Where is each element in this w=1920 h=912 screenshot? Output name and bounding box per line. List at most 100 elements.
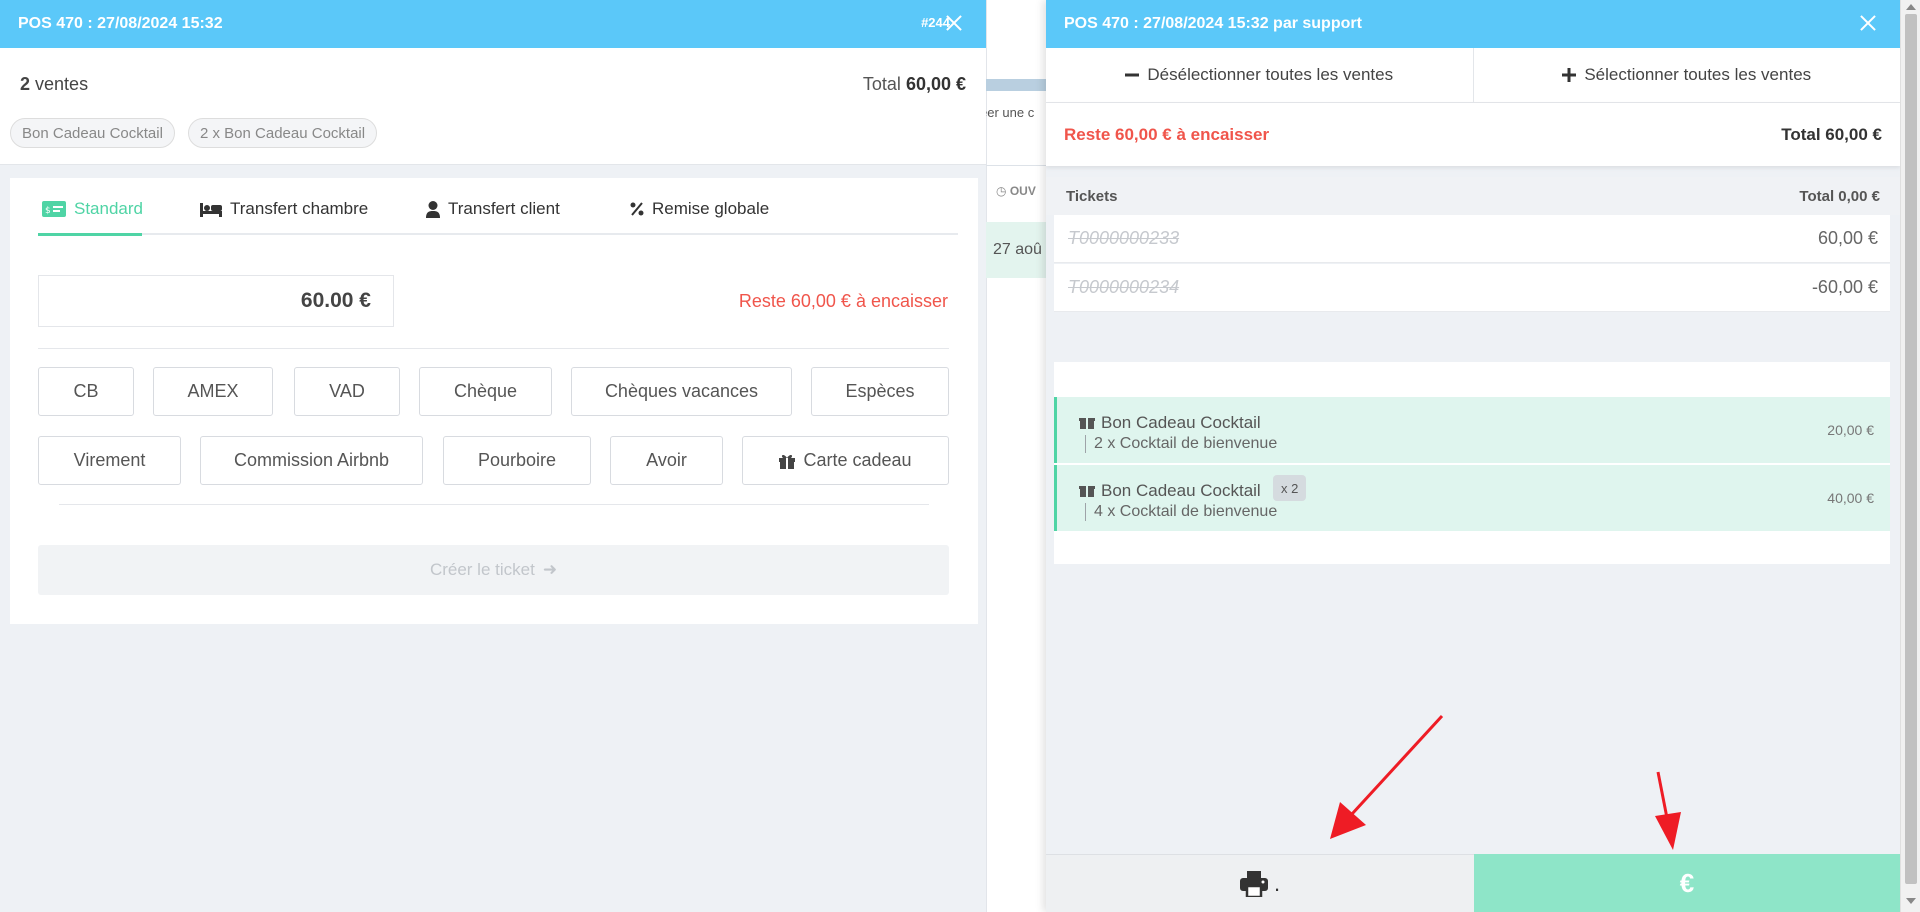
user-icon bbox=[426, 200, 440, 218]
printer-icon bbox=[1239, 870, 1268, 897]
pay-amex-button[interactable]: AMEX bbox=[153, 367, 273, 416]
pay-cheque-button[interactable]: Chèque bbox=[419, 367, 552, 416]
scrollbar-thumb[interactable] bbox=[1905, 14, 1917, 884]
ticket-row[interactable]: T0000000234 -60,00 € bbox=[1054, 264, 1890, 312]
arrow-right-icon: ➜ bbox=[542, 560, 558, 579]
box-icon bbox=[1079, 486, 1095, 497]
sale-item-price: 40,00 € bbox=[1827, 490, 1874, 506]
background-create-link: éer une c bbox=[980, 105, 1035, 120]
amount-input[interactable]: 60.00 € bbox=[38, 275, 394, 327]
payment-panel-title: POS 470 : 27/08/2024 15:32 bbox=[18, 15, 223, 32]
deselect-all-button[interactable]: Désélectionner toutes les ventes bbox=[1046, 48, 1473, 102]
select-all-button[interactable]: Sélectionner toutes les ventes bbox=[1472, 48, 1901, 102]
tab-remise-globale-label: Remise globale bbox=[652, 199, 770, 218]
remaining-summary: Reste 60,00 € à encaisser Total 60,00 € bbox=[1046, 103, 1900, 166]
payment-tabs: $ Standard Transfert chambre Transfert c… bbox=[38, 178, 958, 236]
tab-standard[interactable]: $ Standard bbox=[42, 199, 143, 219]
ticket-amount: -60,00 € bbox=[1811, 277, 1878, 297]
pay-virement-button[interactable]: Virement bbox=[38, 436, 181, 485]
background-column-header: ◷ OUV bbox=[996, 184, 1036, 198]
sale-item-name: Bon Cadeau Cocktail bbox=[1101, 413, 1261, 432]
payment-card: $ Standard Transfert chambre Transfert c… bbox=[10, 178, 978, 624]
collect-payment-button[interactable]: € bbox=[1474, 854, 1900, 912]
box-icon bbox=[1079, 418, 1095, 429]
ticket-amount: 60,00 € bbox=[1817, 228, 1878, 248]
scroll-up-icon[interactable] bbox=[1906, 4, 1916, 10]
gift-icon bbox=[779, 454, 796, 469]
bed-icon bbox=[200, 203, 222, 217]
select-all-label: Sélectionner toutes les ventes bbox=[1584, 65, 1812, 84]
minus-icon bbox=[1125, 73, 1140, 77]
close-icon[interactable] bbox=[944, 13, 964, 33]
pay-carte-cadeau-label: Carte cadeau bbox=[803, 450, 912, 470]
tab-transfert-chambre-label: Transfert chambre bbox=[230, 199, 369, 218]
sale-item-title: Bon Cadeau Cocktail bbox=[1079, 481, 1261, 501]
divider bbox=[38, 348, 949, 349]
tab-remise-globale[interactable]: Remise globale bbox=[630, 199, 769, 219]
pay-pourboire-button[interactable]: Pourboire bbox=[443, 436, 591, 485]
pay-especes-button[interactable]: Espèces bbox=[811, 367, 949, 416]
page-scrollbar[interactable] bbox=[1900, 0, 1920, 912]
tab-transfert-chambre[interactable]: Transfert chambre bbox=[200, 199, 368, 219]
pay-cb-button[interactable]: CB bbox=[38, 367, 134, 416]
sale-count-label: ventes bbox=[35, 74, 89, 94]
plus-icon bbox=[1562, 68, 1577, 82]
scroll-down-icon[interactable] bbox=[1906, 898, 1916, 904]
active-tab-indicator bbox=[38, 233, 142, 236]
remaining-amount: Reste 60,00 € à encaisser bbox=[738, 291, 948, 311]
create-ticket-label: Créer le ticket bbox=[429, 560, 535, 579]
card-icon: $ bbox=[42, 201, 66, 217]
sale-chip[interactable]: Bon Cadeau Cocktail bbox=[10, 118, 175, 148]
print-suffix: . bbox=[1273, 870, 1281, 896]
pay-carte-cadeau-button[interactable]: Carte cadeau bbox=[742, 436, 949, 485]
sale-item[interactable]: Bon Cadeau Cocktail x 2 4 x Cocktail de … bbox=[1054, 465, 1890, 531]
remaining-to-collect: Reste 60,00 € à encaisser bbox=[1064, 124, 1270, 144]
tickets-header: Tickets Total 0,00 € bbox=[1046, 177, 1900, 215]
background-toolbar bbox=[986, 79, 1046, 91]
selection-actions: Désélectionner toutes les ventes Sélecti… bbox=[1046, 48, 1900, 103]
sale-count: 2 ventes bbox=[20, 74, 88, 95]
divider bbox=[59, 504, 929, 505]
background-column-label: OUV bbox=[1009, 184, 1036, 198]
sale-chip[interactable]: 2 x Bon Cadeau Cocktail bbox=[188, 118, 378, 148]
euro-icon: € bbox=[1679, 867, 1695, 898]
create-ticket-button[interactable]: Créer le ticket ➜ bbox=[38, 545, 949, 595]
pay-vad-button[interactable]: VAD bbox=[294, 367, 400, 416]
tickets-label: Tickets bbox=[1066, 187, 1118, 205]
pay-cheques-vacances-button[interactable]: Chèques vacances bbox=[571, 367, 792, 416]
ticket-id: T0000000234 bbox=[1068, 277, 1180, 297]
sale-item-title: Bon Cadeau Cocktail bbox=[1079, 413, 1261, 433]
sale-item-price: 20,00 € bbox=[1827, 422, 1874, 438]
tab-transfert-client[interactable]: Transfert client bbox=[426, 199, 560, 219]
ticket-row[interactable]: T0000000233 60,00 € bbox=[1054, 215, 1890, 263]
sales-panel-title: POS 470 : 27/08/2024 15:32 par support bbox=[1064, 15, 1362, 32]
sale-count-number: 2 bbox=[20, 74, 31, 94]
sales-panel: POS 470 : 27/08/2024 15:32 par support D… bbox=[1046, 0, 1900, 912]
sale-items-container bbox=[1054, 362, 1890, 564]
pay-commission-airbnb-button[interactable]: Commission Airbnb bbox=[200, 436, 423, 485]
ticket-id: T0000000233 bbox=[1068, 228, 1180, 248]
background-page bbox=[986, 0, 1046, 912]
sales-total-label: Total bbox=[862, 74, 901, 94]
sales-total: Total 60,00 € bbox=[863, 74, 966, 95]
percent-icon bbox=[630, 202, 644, 216]
sales-total-value: 60,00 € bbox=[905, 74, 966, 94]
print-button[interactable]: . bbox=[1046, 854, 1474, 912]
tab-transfert-client-label: Transfert client bbox=[448, 199, 560, 218]
action-bar: . € bbox=[1046, 854, 1900, 912]
background-divider bbox=[986, 165, 1046, 166]
payment-panel-header: POS 470 : 27/08/2024 15:32 #244 bbox=[0, 0, 986, 48]
payment-panel: POS 470 : 27/08/2024 15:32 #244 2 ventes… bbox=[0, 0, 986, 912]
close-icon[interactable] bbox=[1858, 13, 1878, 33]
svg-text:$: $ bbox=[45, 206, 51, 216]
pay-avoir-button[interactable]: Avoir bbox=[610, 436, 723, 485]
background-date: 27 aoû bbox=[993, 241, 1042, 258]
sales-panel-header: POS 470 : 27/08/2024 15:32 par support bbox=[1046, 0, 1900, 48]
quantity-badge: x 2 bbox=[1273, 475, 1307, 501]
sales-summary: 2 ventes Total 60,00 € Bon Cadeau Cockta… bbox=[0, 48, 986, 165]
sale-item[interactable]: Bon Cadeau Cocktail 2 x Cocktail de bien… bbox=[1054, 397, 1890, 463]
sale-item-detail: 4 x Cocktail de bienvenue bbox=[1085, 503, 1277, 521]
sale-item-detail: 2 x Cocktail de bienvenue bbox=[1085, 435, 1277, 453]
sale-item-name: Bon Cadeau Cocktail bbox=[1101, 481, 1261, 500]
sales-panel-total: Total 60,00 € bbox=[1781, 124, 1882, 144]
